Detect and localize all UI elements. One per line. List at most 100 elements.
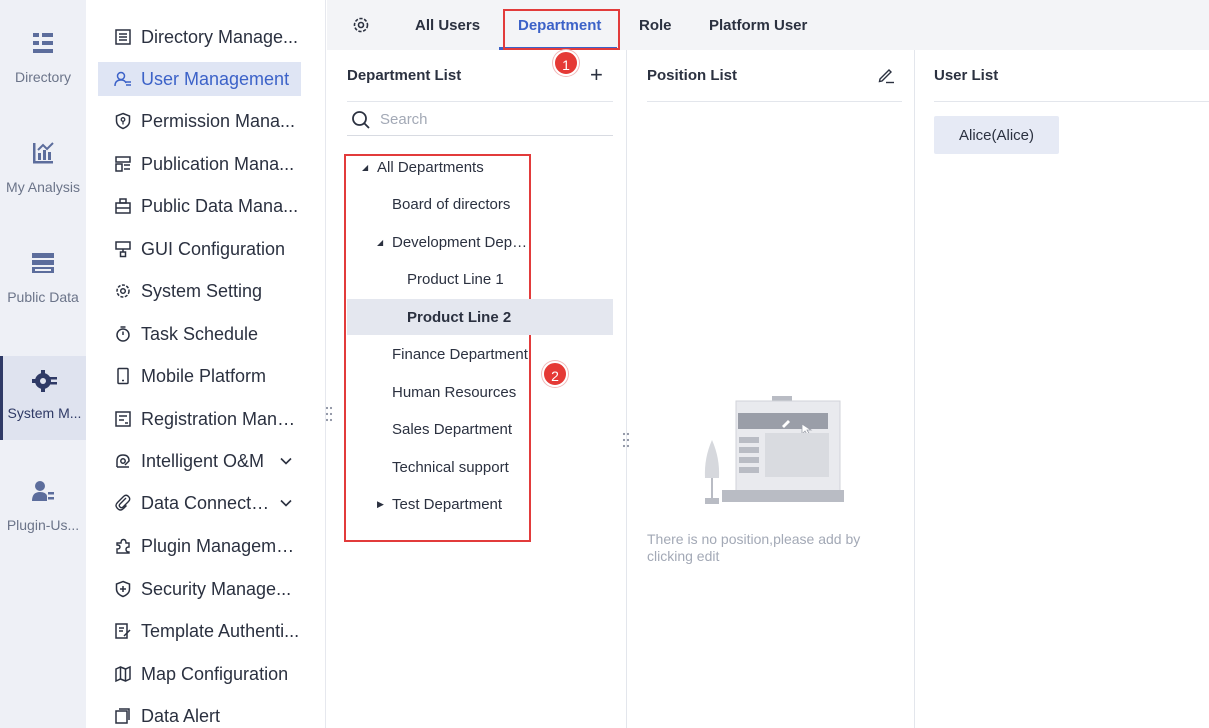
system-management-icon [31, 370, 57, 392]
tree-node-all-departments[interactable]: ◢ All Departments [362, 149, 527, 185]
menu-item-label: Data Alert [141, 705, 221, 726]
tab-bar: All Users Department Role Platform User [327, 0, 1209, 50]
menu-item-gui-configuration[interactable]: GUI Configuration [98, 232, 301, 266]
rail-item-directory[interactable]: Directory [0, 30, 86, 114]
step-badge-1: 1 [553, 50, 579, 76]
rail-item-system-management[interactable]: System M... [0, 356, 86, 440]
rail-item-plugin-user[interactable]: Plugin-Us... [0, 478, 86, 562]
menu-item-label: Security Manage... [141, 578, 292, 599]
task-schedule-icon [116, 326, 130, 342]
menu-item-label: Template Authenti... [141, 620, 300, 641]
resize-handle-icon[interactable] [325, 406, 333, 422]
plugin-user-icon [32, 481, 54, 501]
rail-item-my-analysis[interactable]: My Analysis [0, 140, 86, 224]
tree-node-product-line-1[interactable]: Product Line 1 [407, 261, 527, 297]
position-list-title: Position List [647, 67, 737, 84]
tab-platform-user[interactable]: Platform User [709, 17, 807, 34]
divider [647, 101, 902, 102]
menu-item-label: Public Data Mana... [141, 195, 299, 216]
menu-item-data-alert[interactable]: Data Alert [98, 699, 301, 728]
tree-node-label: All Departments [377, 158, 484, 176]
tree-node-technical-support[interactable]: Technical support [392, 449, 527, 485]
menu-item-publication-management[interactable]: Publication Mana... [98, 147, 301, 181]
publication-icon [115, 156, 131, 172]
menu-item-security-management[interactable]: Security Manage... [98, 572, 301, 606]
tree-node-test-department[interactable]: ▶ Test Department [377, 486, 527, 522]
menu-item-data-connection[interactable]: Data Connection [98, 486, 301, 520]
collapse-caret-icon[interactable]: ◢ [362, 163, 374, 172]
menu-item-template-authentication[interactable]: Template Authenti... [98, 614, 301, 648]
tree-node-sales-department[interactable]: Sales Department [392, 411, 527, 447]
panel-divider [914, 50, 915, 728]
menu-item-label: Permission Mana... [141, 110, 296, 131]
add-department-button[interactable]: + [590, 62, 603, 88]
menu-item-mobile-platform[interactable]: Mobile Platform [98, 359, 301, 393]
user-chip-alice[interactable]: Alice(Alice) [934, 116, 1059, 154]
rail-item-label: System M... [7, 405, 82, 421]
gui-configuration-icon [115, 241, 131, 258]
permission-icon [115, 112, 131, 130]
tab-all-users[interactable]: All Users [415, 17, 480, 34]
menu-item-public-data-management[interactable]: Public Data Mana... [98, 189, 301, 223]
directory-management-icon [115, 29, 131, 45]
user-management-icon [114, 71, 131, 87]
menu-item-label: System Setting [141, 280, 263, 301]
collapse-caret-icon[interactable]: ◢ [377, 238, 389, 247]
expand-caret-icon[interactable]: ▶ [377, 499, 389, 510]
menu-item-user-management[interactable]: User Management [98, 62, 301, 96]
registration-icon [115, 411, 131, 427]
gear-icon[interactable] [351, 15, 371, 35]
divider [934, 101, 1209, 102]
chevron-down-icon[interactable] [279, 496, 293, 510]
user-list-title: User List [934, 67, 999, 84]
tab-role[interactable]: Role [639, 17, 672, 34]
menu-item-system-setting[interactable]: System Setting [98, 274, 301, 308]
search-icon [352, 110, 370, 129]
tree-node-label: Technical support [392, 458, 509, 476]
analysis-icon [33, 142, 54, 164]
empty-position-message: There is no position,please add by click… [647, 531, 861, 564]
tree-node-human-resources[interactable]: Human Resources [392, 374, 527, 410]
menu-item-directory-management[interactable]: Directory Manage... [98, 20, 301, 54]
template-auth-icon [115, 623, 131, 639]
data-connection-icon [115, 494, 131, 511]
tree-node-label: Development Depa... [392, 233, 532, 251]
intelligent-om-icon [116, 454, 130, 468]
tree-node-product-line-2[interactable]: Product Line 2 [347, 299, 613, 335]
menu-item-label: Data Connection [141, 492, 273, 513]
system-menu: Directory Manage... User Management Perm… [86, 0, 326, 728]
tree-node-finance-department[interactable]: Finance Department [392, 336, 529, 372]
rail-item-public-data[interactable]: Public Data [0, 250, 86, 334]
menu-item-label: Mobile Platform [141, 365, 267, 386]
tree-node-label: Product Line 1 [407, 270, 504, 288]
tree-node-label: Sales Department [392, 420, 513, 438]
menu-item-label: Intelligent O&M [141, 450, 265, 471]
menu-item-map-configuration[interactable]: Map Configuration [98, 657, 301, 691]
menu-item-registration-management[interactable]: Registration Mana... [98, 402, 301, 436]
security-icon [115, 580, 131, 598]
public-data-management-icon [115, 198, 131, 214]
tree-node-label: Human Resources [392, 383, 517, 401]
department-tab-highlight [503, 9, 620, 50]
menu-item-label: Directory Manage... [141, 26, 299, 47]
data-alert-icon [115, 708, 130, 724]
left-rail: Directory My Analysis Public Data System… [0, 0, 86, 728]
edit-icon[interactable] [877, 66, 895, 84]
rail-item-label: My Analysis [6, 179, 80, 195]
tree-node-development-department[interactable]: ◢ Development Depa... [377, 224, 537, 260]
menu-item-permission-management[interactable]: Permission Mana... [98, 104, 301, 138]
menu-item-task-schedule[interactable]: Task Schedule [98, 317, 301, 351]
public-data-icon [32, 253, 54, 273]
panel-divider [626, 50, 627, 728]
resize-handle-icon[interactable] [622, 432, 630, 448]
rail-item-label: Directory [14, 69, 71, 85]
search-input[interactable] [380, 111, 600, 128]
step-badge-2: 2 [542, 361, 568, 387]
menu-item-label: Task Schedule [141, 323, 259, 344]
chevron-down-icon[interactable] [279, 454, 293, 468]
divider [347, 101, 613, 102]
menu-item-label: Registration Mana... [141, 408, 301, 429]
menu-item-intelligent-om[interactable]: Intelligent O&M [98, 444, 301, 478]
tree-node-board-of-directors[interactable]: Board of directors [392, 186, 527, 222]
menu-item-plugin-management[interactable]: Plugin Management [98, 529, 301, 563]
